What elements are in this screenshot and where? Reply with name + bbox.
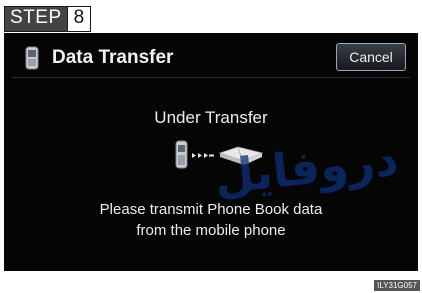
mobile-phone-icon bbox=[175, 140, 188, 169]
instruction-line-2: from the mobile phone bbox=[136, 222, 286, 239]
instruction-line-1: Please transmit Phone Book data bbox=[99, 201, 323, 218]
step-badge: STEP 8 bbox=[4, 6, 92, 32]
cancel-button[interactable]: Cancel bbox=[336, 43, 406, 71]
mobile-phone-icon bbox=[24, 46, 40, 75]
page-title: Data Transfer bbox=[52, 47, 174, 68]
image-code: ILY31G057 bbox=[374, 280, 420, 291]
header-divider bbox=[12, 77, 410, 78]
instruction-message: Please transmit Phone Book data from the… bbox=[4, 199, 418, 241]
transfer-status: Under Transfer bbox=[154, 108, 268, 127]
transfer-arrows-icon bbox=[192, 153, 214, 158]
step-number: 8 bbox=[66, 7, 91, 31]
step-label: STEP bbox=[5, 7, 67, 31]
navigation-screen: Data Transfer Cancel Under Transfer دروف… bbox=[4, 33, 418, 271]
